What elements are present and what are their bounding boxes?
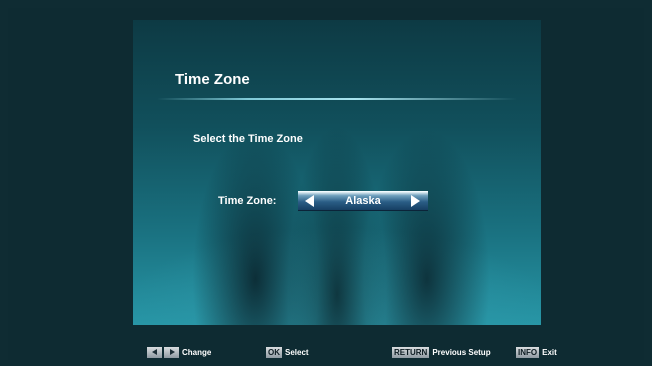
panel-title: Time Zone: [175, 71, 250, 88]
arrow-right-icon[interactable]: [411, 195, 420, 207]
select-hint-label: Select: [285, 347, 309, 357]
right-key-icon: [164, 346, 179, 358]
info-hint-label: Exit: [542, 347, 557, 357]
time-zone-label: Time Zone:: [218, 195, 277, 207]
instruction-text: Select the Time Zone: [193, 133, 303, 145]
left-key-icon: [147, 346, 162, 358]
ok-key: OK: [266, 346, 282, 358]
info-hint: INFO Exit: [516, 346, 557, 358]
title-divider: [157, 98, 517, 100]
info-key: INFO: [516, 346, 540, 358]
return-hint: RETURN Previous Setup: [392, 346, 491, 358]
select-hint: OK Select: [266, 346, 309, 358]
change-hint: Change: [147, 346, 211, 358]
return-hint-label: Previous Setup: [432, 347, 491, 357]
time-zone-selector[interactable]: Alaska: [298, 191, 428, 211]
setup-panel: Time Zone Select the Time Zone Time Zone…: [133, 20, 541, 325]
button-hint-bar: Change OK Select RETURN Previous Setup I…: [0, 346, 652, 360]
change-hint-label: Change: [182, 347, 212, 357]
time-zone-value: Alaska: [345, 195, 381, 207]
return-key: RETURN: [392, 346, 430, 358]
